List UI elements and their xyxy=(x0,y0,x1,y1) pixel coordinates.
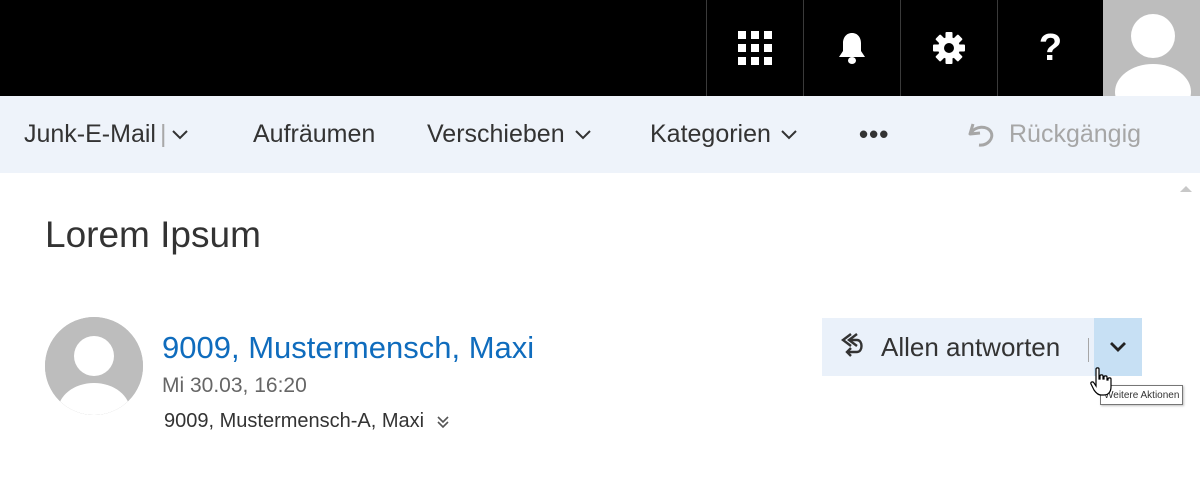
person-avatar-icon xyxy=(45,317,143,415)
recipients-label: 9009, Mustermensch-A, Maxi xyxy=(164,410,425,432)
expand-recipients-icon xyxy=(437,415,449,428)
help-icon: ? xyxy=(1038,26,1063,69)
categories-label: Kategorien xyxy=(650,120,771,148)
account-avatar[interactable] xyxy=(1103,0,1200,96)
chevron-down-icon xyxy=(172,129,189,139)
split-divider xyxy=(1088,338,1089,362)
move-label: Verschieben xyxy=(427,120,565,148)
undo-label: Rückgängig xyxy=(1009,120,1142,148)
message-date: Mi 30.03, 16:20 xyxy=(162,374,307,397)
chevron-down-icon xyxy=(574,129,591,139)
undo-button[interactable]: Rückgängig xyxy=(967,96,1141,173)
chevron-down-icon xyxy=(1110,342,1126,352)
more-commands-button[interactable]: ••• xyxy=(859,96,889,173)
sender-name-link[interactable]: 9009, Mustermensch, Maxi xyxy=(162,330,534,366)
sender-avatar[interactable] xyxy=(45,317,143,415)
more-icon: ••• xyxy=(859,119,890,149)
more-actions-tooltip: Weitere Aktionen xyxy=(1100,385,1184,405)
reply-all-button[interactable]: Allen antworten xyxy=(822,318,1095,376)
message-subject: Lorem Ipsum xyxy=(45,214,261,255)
categories-button[interactable]: Kategorien xyxy=(650,96,797,173)
hand-cursor-icon xyxy=(1090,367,1112,396)
app-launcher-icon xyxy=(738,31,772,65)
junk-email-button[interactable]: Junk-E-Mail | xyxy=(24,96,189,173)
sweep-label: Aufräumen xyxy=(253,120,376,148)
move-button[interactable]: Verschieben xyxy=(427,96,591,173)
reply-all-icon xyxy=(841,333,863,357)
sweep-button[interactable]: Aufräumen xyxy=(253,96,375,173)
undo-icon xyxy=(968,123,994,147)
gear-icon xyxy=(933,32,965,64)
app-launcher-button[interactable] xyxy=(706,0,803,96)
person-avatar-icon xyxy=(1103,0,1200,96)
notifications-button[interactable] xyxy=(803,0,900,96)
recipients-line[interactable]: 9009, Mustermensch-A, Maxi xyxy=(164,410,450,433)
reply-all-label: Allen antworten xyxy=(881,331,1061,362)
bell-icon xyxy=(839,33,865,64)
command-bar: Junk-E-Mail | Aufräumen Verschieben Kate… xyxy=(0,96,1200,173)
top-navigation-bar: ? xyxy=(0,0,1200,96)
help-button[interactable]: ? xyxy=(997,0,1103,96)
junk-email-label: Junk-E-Mail xyxy=(24,120,156,148)
junk-separator: | xyxy=(159,120,167,148)
chevron-down-icon xyxy=(781,129,797,139)
settings-button[interactable] xyxy=(900,0,997,96)
scrollbar-up-arrow[interactable] xyxy=(1180,186,1192,192)
